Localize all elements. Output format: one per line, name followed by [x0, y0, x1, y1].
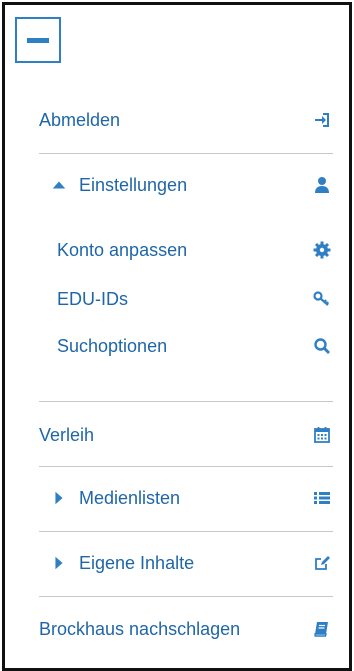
minus-icon — [27, 38, 49, 43]
media-lists-toggle[interactable]: Medienlisten — [51, 478, 333, 518]
settings-item-account[interactable]: Konto anpassen — [57, 230, 333, 270]
settings-label: Einstellungen — [79, 174, 188, 195]
divider — [39, 531, 333, 532]
divider — [39, 596, 333, 597]
divider — [39, 153, 333, 154]
loans-link[interactable]: Verleih — [39, 415, 333, 455]
key-icon — [311, 288, 333, 310]
media-lists-label: Medienlisten — [79, 487, 181, 508]
user-icon — [311, 174, 333, 196]
caret-right-icon — [51, 490, 73, 506]
gear-icon — [311, 239, 333, 261]
search-icon — [311, 335, 333, 357]
settings-item-edu-ids[interactable]: EDU-IDs — [57, 279, 333, 319]
calendar-icon — [311, 424, 333, 446]
settings-item-search-options[interactable]: Suchoptionen — [57, 326, 333, 366]
divider — [39, 401, 333, 402]
user-menu-panel: Abmelden Einstellungen Konto anpassen ED… — [2, 2, 352, 671]
list-icon — [311, 487, 333, 509]
brockhaus-link[interactable]: Brockhaus nachschlagen — [39, 609, 333, 649]
loans-label: Verleih — [39, 424, 95, 445]
search-options-label: Suchoptionen — [57, 335, 168, 356]
sign-in-icon — [311, 109, 333, 131]
divider — [39, 466, 333, 467]
logout-link[interactable]: Abmelden — [39, 100, 333, 140]
caret-up-icon — [51, 177, 73, 193]
account-label: Konto anpassen — [57, 239, 188, 260]
edu-ids-label: EDU-IDs — [57, 288, 128, 309]
settings-toggle[interactable]: Einstellungen — [51, 165, 333, 205]
edit-icon — [311, 552, 333, 574]
book-icon — [311, 618, 333, 640]
caret-right-icon — [51, 555, 73, 571]
brockhaus-label: Brockhaus nachschlagen — [39, 618, 241, 639]
logout-label: Abmelden — [39, 109, 121, 130]
own-content-toggle[interactable]: Eigene Inhalte — [51, 543, 333, 583]
own-content-label: Eigene Inhalte — [79, 552, 195, 573]
collapse-menu-button[interactable] — [15, 17, 61, 63]
